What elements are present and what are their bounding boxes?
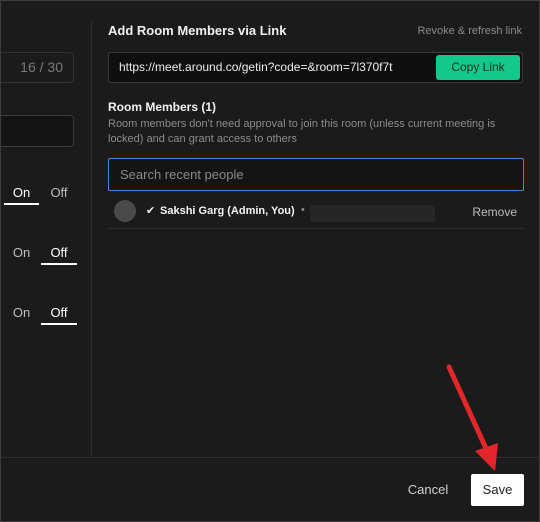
column-divider: [91, 21, 92, 457]
room-members-description: Room members don't need approval to join…: [108, 118, 496, 145]
separator-dot: •: [301, 204, 305, 216]
footer-divider: [1, 457, 539, 458]
toggle-off-option[interactable]: Off: [41, 243, 77, 265]
character-counter: 16 / 30: [1, 52, 74, 83]
toggle-on-option[interactable]: On: [4, 303, 39, 325]
settings-column: 16 / 30 On Off On Off On Off: [1, 1, 91, 457]
invite-link-field: https://meet.around.co/getin?code=&room=…: [108, 52, 523, 83]
room-members-title: Room Members (1): [108, 100, 217, 114]
setting-toggle-1: On Off: [1, 183, 83, 209]
setting-toggle-2: On Off: [1, 243, 83, 269]
setting-toggle-3: On Off: [1, 303, 83, 329]
room-settings-dialog: 16 / 30 On Off On Off On Off Add Room Me…: [0, 0, 540, 522]
remove-member-button[interactable]: Remove: [472, 205, 517, 219]
toggle-on-option[interactable]: On: [4, 183, 39, 205]
invite-link-title: Add Room Members via Link: [108, 23, 287, 38]
avatar: [114, 200, 136, 222]
check-icon: ✔: [146, 205, 156, 217]
search-people-box: [108, 158, 524, 191]
save-button[interactable]: Save: [471, 474, 524, 506]
invite-link-url[interactable]: https://meet.around.co/getin?code=&room=…: [119, 53, 393, 82]
copy-link-button[interactable]: Copy Link: [436, 55, 520, 80]
redacted-email: [310, 205, 435, 222]
search-people-input[interactable]: [109, 159, 523, 190]
revoke-refresh-link[interactable]: Revoke & refresh link: [417, 25, 522, 37]
cancel-button[interactable]: Cancel: [400, 475, 456, 505]
toggle-off-option[interactable]: Off: [41, 183, 77, 205]
annotation-arrow-icon: [446, 364, 498, 471]
room-name-input[interactable]: [1, 115, 74, 147]
member-name: Sakshi Garg (Admin, You): [160, 205, 295, 217]
toggle-off-option[interactable]: Off: [41, 303, 77, 325]
toggle-on-option[interactable]: On: [4, 243, 39, 265]
member-row: ✔ Sakshi Garg (Admin, You) • Remove: [108, 197, 524, 229]
